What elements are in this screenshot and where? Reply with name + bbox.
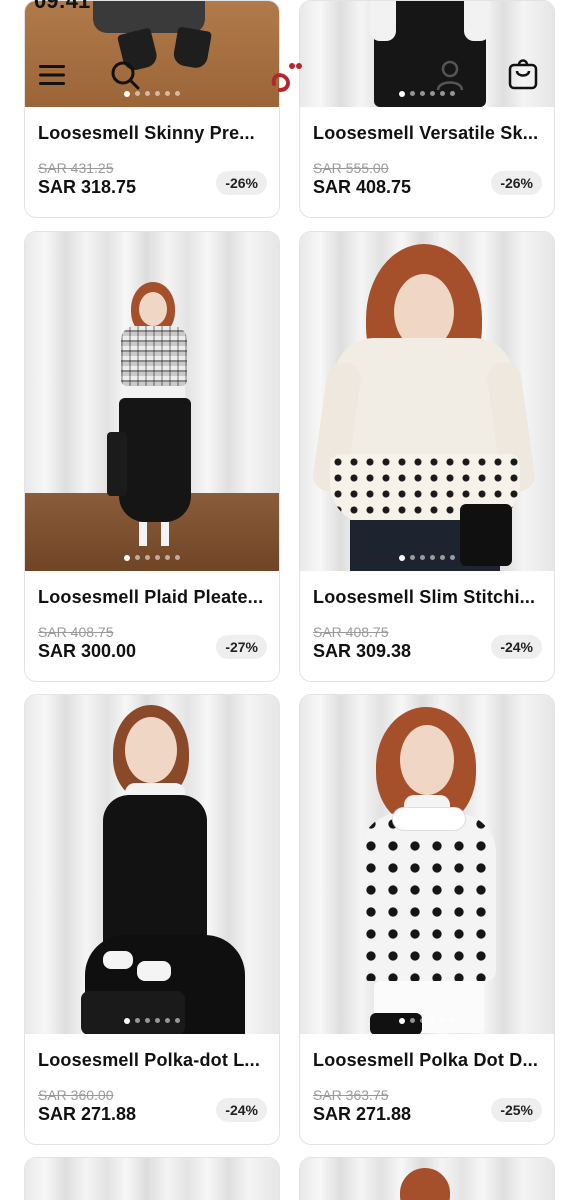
product-card[interactable] <box>24 1157 280 1200</box>
discount-badge: -26% <box>491 171 542 195</box>
product-title[interactable]: Loosesmell Polka Dot D... <box>313 1050 541 1071</box>
product-image[interactable] <box>300 232 554 571</box>
product-info: Loosesmell Skinny Pre... SAR 431.25 SAR … <box>25 107 279 217</box>
product-info: Loosesmell Slim Stitchi... SAR 408.75 SA… <box>300 571 554 681</box>
product-grid-page: 09:41 Loosesmell Skinny Pre... SAR 431.2… <box>0 0 574 1200</box>
user-icon[interactable] <box>436 60 464 97</box>
shopping-bag-icon[interactable] <box>508 58 538 95</box>
discount-badge: -24% <box>216 1098 267 1122</box>
product-card[interactable]: Loosesmell Skinny Pre... SAR 431.25 SAR … <box>24 0 280 218</box>
discount-badge: -27% <box>216 635 267 659</box>
product-title[interactable]: Loosesmell Versatile Sk... <box>313 123 541 144</box>
discount-badge: -25% <box>491 1098 542 1122</box>
image-carousel-dots <box>399 555 455 561</box>
hamburger-menu-icon[interactable] <box>38 62 66 93</box>
product-info: Loosesmell Polka-dot L... SAR 360.00 SAR… <box>25 1034 279 1144</box>
image-carousel-dots <box>124 1018 180 1024</box>
image-carousel-dots <box>124 555 180 561</box>
product-info: Loosesmell Plaid Pleate... SAR 408.75 SA… <box>25 571 279 681</box>
status-time: 09:41 <box>34 0 91 13</box>
product-title[interactable]: Loosesmell Plaid Pleate... <box>38 587 266 608</box>
product-image[interactable] <box>25 695 279 1034</box>
product-info: Loosesmell Polka Dot D... SAR 363.75 SAR… <box>300 1034 554 1144</box>
product-image[interactable] <box>25 232 279 571</box>
product-card[interactable]: Loosesmell Versatile Sk... SAR 555.00 SA… <box>299 0 555 218</box>
product-info: Loosesmell Versatile Sk... SAR 555.00 SA… <box>300 107 554 217</box>
discount-badge: -24% <box>491 635 542 659</box>
product-image[interactable] <box>25 1158 279 1200</box>
product-title[interactable]: Loosesmell Skinny Pre... <box>38 123 266 144</box>
product-image[interactable] <box>300 1158 554 1200</box>
product-card[interactable] <box>299 1157 555 1200</box>
product-card[interactable]: Loosesmell Polka-dot L... SAR 360.00 SAR… <box>24 694 280 1145</box>
product-card[interactable]: Loosesmell Slim Stitchi... SAR 408.75 SA… <box>299 231 555 682</box>
product-card[interactable]: Loosesmell Plaid Pleate... SAR 408.75 SA… <box>24 231 280 682</box>
search-icon[interactable] <box>110 60 140 95</box>
discount-badge: -26% <box>216 171 267 195</box>
product-image[interactable] <box>300 695 554 1034</box>
product-title[interactable]: Loosesmell Polka-dot L... <box>38 1050 266 1071</box>
product-title[interactable]: Loosesmell Slim Stitchi... <box>313 587 541 608</box>
store-logo[interactable] <box>268 58 308 99</box>
image-carousel-dots <box>399 1018 455 1024</box>
product-card[interactable]: Loosesmell Polka Dot D... SAR 363.75 SAR… <box>299 694 555 1145</box>
